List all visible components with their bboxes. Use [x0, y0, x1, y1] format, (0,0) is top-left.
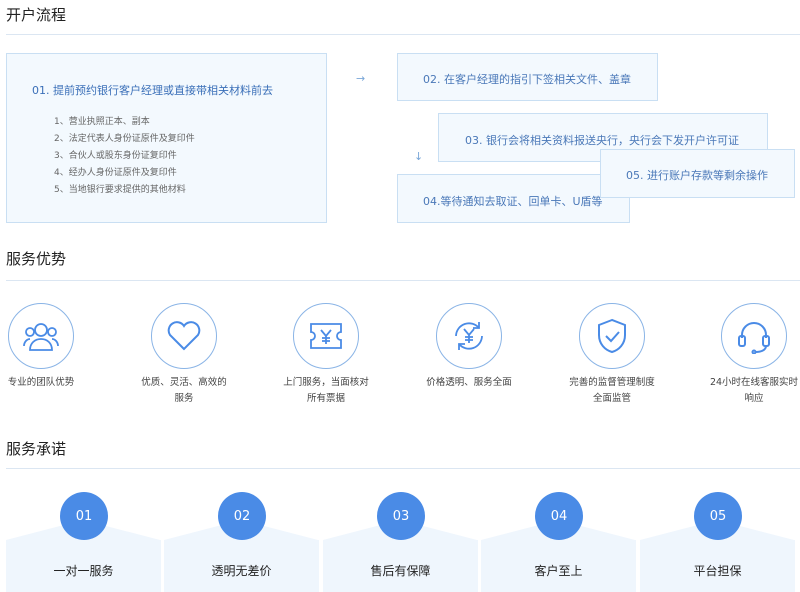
- process-section-title: 开户流程: [6, 6, 67, 24]
- materials-list: 1、营业执照正本、副本 2、法定代表人身份证原件及复印件 3、合伙人或股东身份证…: [54, 114, 326, 199]
- commitment-card: 03 售后有保障: [323, 492, 478, 592]
- commitment-number: 04: [535, 492, 583, 540]
- advantage-label: 优质、灵活、高效的服务: [141, 377, 227, 404]
- process-step-5-title: 05. 进行账户存款等剩余操作: [626, 169, 768, 182]
- team-icon: [8, 303, 74, 369]
- advantage-item: 完善的监督管理制度全面监管: [552, 303, 672, 407]
- arrow-down-icon: ↓: [414, 150, 424, 163]
- commitment-name: 一对一服务: [53, 564, 114, 578]
- process-step-4: 04.等待通知去取证、回单卡、U盾等: [397, 174, 630, 223]
- materials-item: 1、营业执照正本、副本: [54, 117, 150, 127]
- commitment-name: 售后有保障: [370, 564, 431, 578]
- advantage-item: 优质、灵活、高效的服务: [124, 303, 244, 407]
- commitment-card: 04 客户至上: [481, 492, 636, 592]
- advantages-section-title: 服务优势: [6, 250, 67, 268]
- process-step-2-title: 02. 在客户经理的指引下签相关文件、盖章: [423, 73, 631, 86]
- advantages-divider: [6, 280, 800, 281]
- commitment-number: 02: [218, 492, 266, 540]
- advantage-label: 24小时在线客服实时响应: [709, 377, 799, 404]
- process-step-4-title: 04.等待通知去取证、回单卡、U盾等: [423, 195, 603, 208]
- advantage-item: 价格透明、服务全面: [409, 303, 529, 391]
- shield-check-icon: [579, 303, 645, 369]
- materials-item: 4、经办人身份证原件及复印件: [54, 168, 177, 178]
- advantage-label: 专业的团队优势: [7, 377, 75, 388]
- commitment-section-title: 服务承诺: [6, 440, 67, 458]
- process-step-3-title: 03. 银行会将相关资料报送央行，央行会下发开户许可证: [465, 134, 739, 147]
- advantage-item: 24小时在线客服实时响应: [694, 303, 800, 407]
- commitment-divider: [6, 468, 800, 469]
- arrow-right-icon: →: [356, 72, 366, 85]
- headset-icon: [721, 303, 787, 369]
- process-step-5: 05. 进行账户存款等剩余操作: [600, 149, 795, 198]
- price-cycle-icon: [436, 303, 502, 369]
- heart-icon: [151, 303, 217, 369]
- commitment-card: 01 一对一服务: [6, 492, 161, 592]
- commitment-name: 透明无差价: [211, 564, 272, 578]
- materials-item: 2、法定代表人身份证原件及复印件: [54, 134, 195, 144]
- advantage-label: 价格透明、服务全面: [426, 377, 512, 388]
- advantage-label: 完善的监督管理制度全面监管: [569, 377, 655, 404]
- commitment-number: 05: [694, 492, 742, 540]
- advantage-item: 上门服务，当面核对所有票据: [266, 303, 386, 407]
- ticket-icon: [293, 303, 359, 369]
- process-divider: [6, 34, 800, 35]
- advantage-label: 上门服务，当面核对所有票据: [283, 377, 369, 404]
- commitment-number: 03: [377, 492, 425, 540]
- commitment-card: 05 平台担保: [640, 492, 795, 592]
- process-step-1: 01. 提前预约银行客户经理或直接带相关材料前去 1、营业执照正本、副本 2、法…: [6, 53, 327, 223]
- process-step-1-title: 01. 提前预约银行客户经理或直接带相关材料前去: [32, 84, 273, 97]
- commitment-card: 02 透明无差价: [164, 492, 319, 592]
- commitment-name: 平台担保: [693, 564, 742, 578]
- advantage-item: 专业的团队优势: [0, 303, 101, 391]
- process-step-2: 02. 在客户经理的指引下签相关文件、盖章: [397, 53, 658, 101]
- commitment-name: 客户至上: [534, 564, 583, 578]
- commitment-number: 01: [60, 492, 108, 540]
- materials-item: 3、合伙人或股东身份证复印件: [54, 151, 177, 161]
- materials-item: 5、当地银行要求提供的其他材料: [54, 185, 186, 195]
